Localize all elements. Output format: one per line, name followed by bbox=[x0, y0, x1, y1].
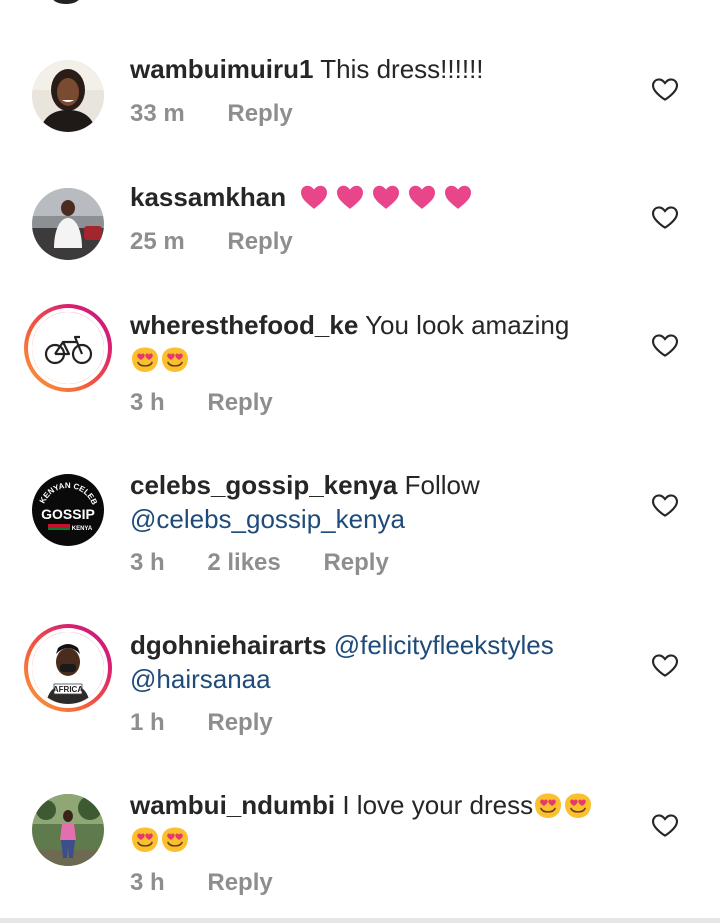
avatar-country-text: KENYA bbox=[72, 526, 93, 532]
like-heart-icon[interactable] bbox=[650, 74, 680, 104]
heart-eyes-emoji-icon bbox=[130, 825, 160, 853]
comment-username[interactable]: celebs_gossip_kenya bbox=[130, 470, 397, 500]
comment-meta: 33 m Reply bbox=[130, 100, 329, 128]
comment-meta: 25 m Reply bbox=[130, 228, 329, 256]
avatar-photo bbox=[32, 794, 104, 866]
reply-button[interactable]: Reply bbox=[323, 549, 388, 577]
heart-eyes-emoji-icon bbox=[563, 791, 593, 819]
avatar-photo bbox=[32, 188, 104, 260]
mention-link[interactable]: @hairsanaa bbox=[130, 664, 271, 694]
avatar[interactable] bbox=[30, 792, 106, 868]
avatar[interactable]: KENYAN CELEBS GOSSIP KENYA bbox=[30, 472, 106, 548]
pink-heart-icon bbox=[335, 184, 365, 210]
heart-eyes-emoji-icon bbox=[533, 791, 563, 819]
comment-text: wheresthefood_ke You look amazing bbox=[130, 308, 640, 376]
heart-eyes-emoji-icon bbox=[160, 345, 190, 373]
comment-body: I love your dress bbox=[342, 790, 534, 820]
bicycle-avatar bbox=[28, 308, 108, 388]
reply-button[interactable]: Reply bbox=[207, 389, 272, 417]
heart-eyes-emoji-icon bbox=[130, 345, 160, 373]
reply-button[interactable]: Reply bbox=[227, 228, 292, 256]
avatar[interactable] bbox=[30, 58, 106, 134]
reply-button[interactable]: Reply bbox=[207, 869, 272, 897]
divider bbox=[0, 918, 720, 923]
like-heart-icon[interactable] bbox=[650, 810, 680, 840]
comment-username[interactable]: wambuimuiru1 bbox=[130, 54, 313, 84]
avatar-photo bbox=[32, 60, 104, 132]
comment-meta: 3 h 2 likes Reply bbox=[130, 549, 425, 577]
like-heart-icon[interactable] bbox=[650, 330, 680, 360]
avatar-story-ring[interactable] bbox=[24, 304, 112, 392]
mention-link[interactable]: @felicityfleekstyles bbox=[334, 630, 554, 660]
comment-username[interactable]: dgohniehairarts bbox=[130, 630, 326, 660]
pink-heart-icon bbox=[443, 184, 473, 210]
previous-avatar-edge bbox=[52, 0, 80, 4]
comment-time: 3 h bbox=[130, 869, 165, 896]
comment-time: 1 h bbox=[130, 709, 165, 736]
gossip-logo-avatar: KENYAN CELEBS GOSSIP KENYA bbox=[32, 474, 104, 546]
comment-username[interactable]: wambui_ndumbi bbox=[130, 790, 335, 820]
comment-meta: 1 h Reply bbox=[130, 709, 309, 737]
comment-text: celebs_gossip_kenya Follow @celebs_gossi… bbox=[130, 468, 640, 536]
heart-eyes-emoji-icon bbox=[160, 825, 190, 853]
comment-time: 3 h bbox=[130, 549, 165, 576]
comment-time: 25 m bbox=[130, 228, 185, 255]
avatar-shirt-text: AFRICA bbox=[53, 685, 83, 694]
comment-username[interactable]: kassamkhan bbox=[130, 182, 286, 212]
pink-heart-icon bbox=[407, 184, 437, 210]
comment-body: You look amazing bbox=[365, 310, 570, 340]
comment-body: Follow bbox=[404, 470, 480, 500]
reply-button[interactable]: Reply bbox=[227, 100, 292, 128]
comment-meta: 3 h Reply bbox=[130, 869, 309, 897]
avatar[interactable] bbox=[30, 186, 106, 262]
avatar-story-ring[interactable]: AFRICA bbox=[24, 624, 112, 712]
comment-text: wambui_ndumbi I love your dress bbox=[130, 788, 640, 856]
likes-count[interactable]: 2 likes bbox=[207, 549, 280, 577]
comment-text: wambuimuiru1 This dress!!!!!! bbox=[130, 52, 640, 86]
emoji-group bbox=[299, 184, 473, 210]
comment-body: This dress!!!!!! bbox=[320, 54, 484, 84]
comment-time: 3 h bbox=[130, 389, 165, 416]
comment-time: 33 m bbox=[130, 100, 185, 127]
avatar-photo: AFRICA bbox=[28, 628, 108, 708]
mention-link[interactable]: @celebs_gossip_kenya bbox=[130, 504, 405, 534]
comment-text: dgohniehairarts @felicityfleekstyles @ha… bbox=[130, 628, 640, 696]
reply-button[interactable]: Reply bbox=[207, 709, 272, 737]
pink-heart-icon bbox=[299, 184, 329, 210]
comment-text: kassamkhan bbox=[130, 180, 640, 214]
pink-heart-icon bbox=[371, 184, 401, 210]
like-heart-icon[interactable] bbox=[650, 202, 680, 232]
comment-meta: 3 h Reply bbox=[130, 389, 309, 417]
comment-username[interactable]: wheresthefood_ke bbox=[130, 310, 358, 340]
avatar-logo-text: GOSSIP bbox=[41, 506, 95, 522]
like-heart-icon[interactable] bbox=[650, 650, 680, 680]
like-heart-icon[interactable] bbox=[650, 490, 680, 520]
